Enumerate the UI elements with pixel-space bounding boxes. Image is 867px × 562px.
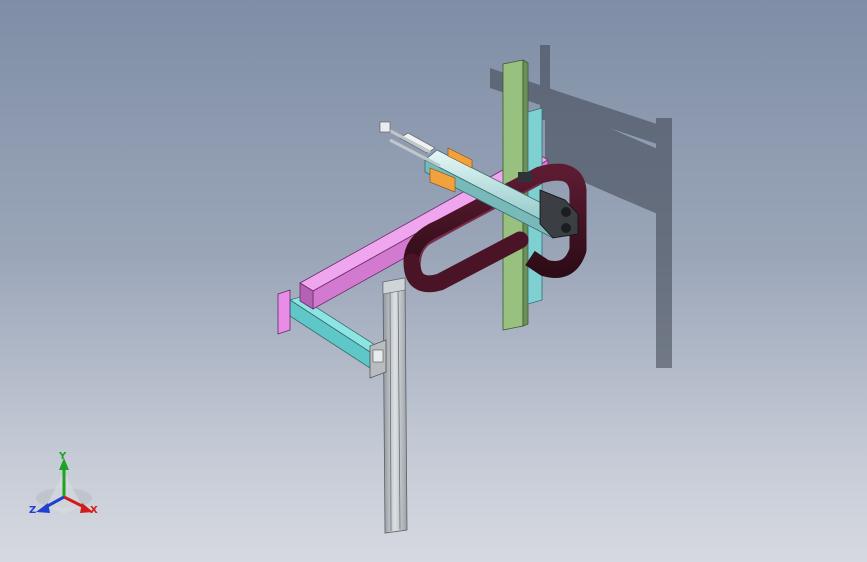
x-axis-label: X [90,505,98,516]
y-axis-label: Y [59,451,67,462]
vertical-aluminum-profile [382,277,408,534]
cad-3d-viewport[interactable]: Y X Z [0,0,867,562]
z-axis-label: Z [29,505,37,516]
coordinate-triad[interactable] [36,458,93,514]
cyan-bracket-frame [277,289,387,379]
assembly-model[interactable] [0,0,867,562]
